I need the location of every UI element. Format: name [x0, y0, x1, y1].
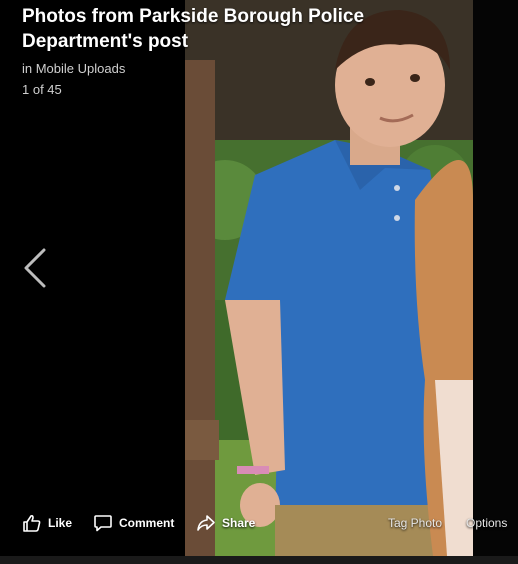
previous-photo-button[interactable]: [20, 246, 50, 290]
tag-photo-button[interactable]: Tag Photo: [388, 508, 442, 538]
photo-viewer: Photos from Parkside Borough Police Depa…: [0, 0, 518, 564]
filmstrip-edge: [0, 556, 518, 564]
options-label: Options: [466, 516, 508, 530]
comment-button[interactable]: Comment: [93, 508, 174, 538]
share-icon: [197, 515, 215, 531]
album-link[interactable]: in Mobile Uploads: [22, 61, 462, 76]
thumbs-up-icon: [23, 514, 41, 532]
tag-photo-label: Tag Photo: [388, 516, 443, 530]
action-bar: Like Comment Share Tag Photo Options: [0, 508, 518, 538]
photo-counter: 1 of 45: [22, 82, 62, 97]
comment-icon: [94, 515, 112, 532]
share-button[interactable]: Share: [196, 508, 255, 538]
options-button[interactable]: Options: [466, 508, 507, 538]
right-edge: [473, 0, 518, 556]
comment-label: Comment: [119, 516, 175, 530]
like-button[interactable]: Like: [22, 508, 72, 538]
share-label: Share: [222, 516, 256, 530]
post-title[interactable]: Photos from Parkside Borough Police Depa…: [22, 4, 462, 54]
post-header: Photos from Parkside Borough Police Depa…: [22, 4, 462, 97]
like-label: Like: [48, 516, 73, 530]
chevron-left-icon: [24, 248, 46, 288]
